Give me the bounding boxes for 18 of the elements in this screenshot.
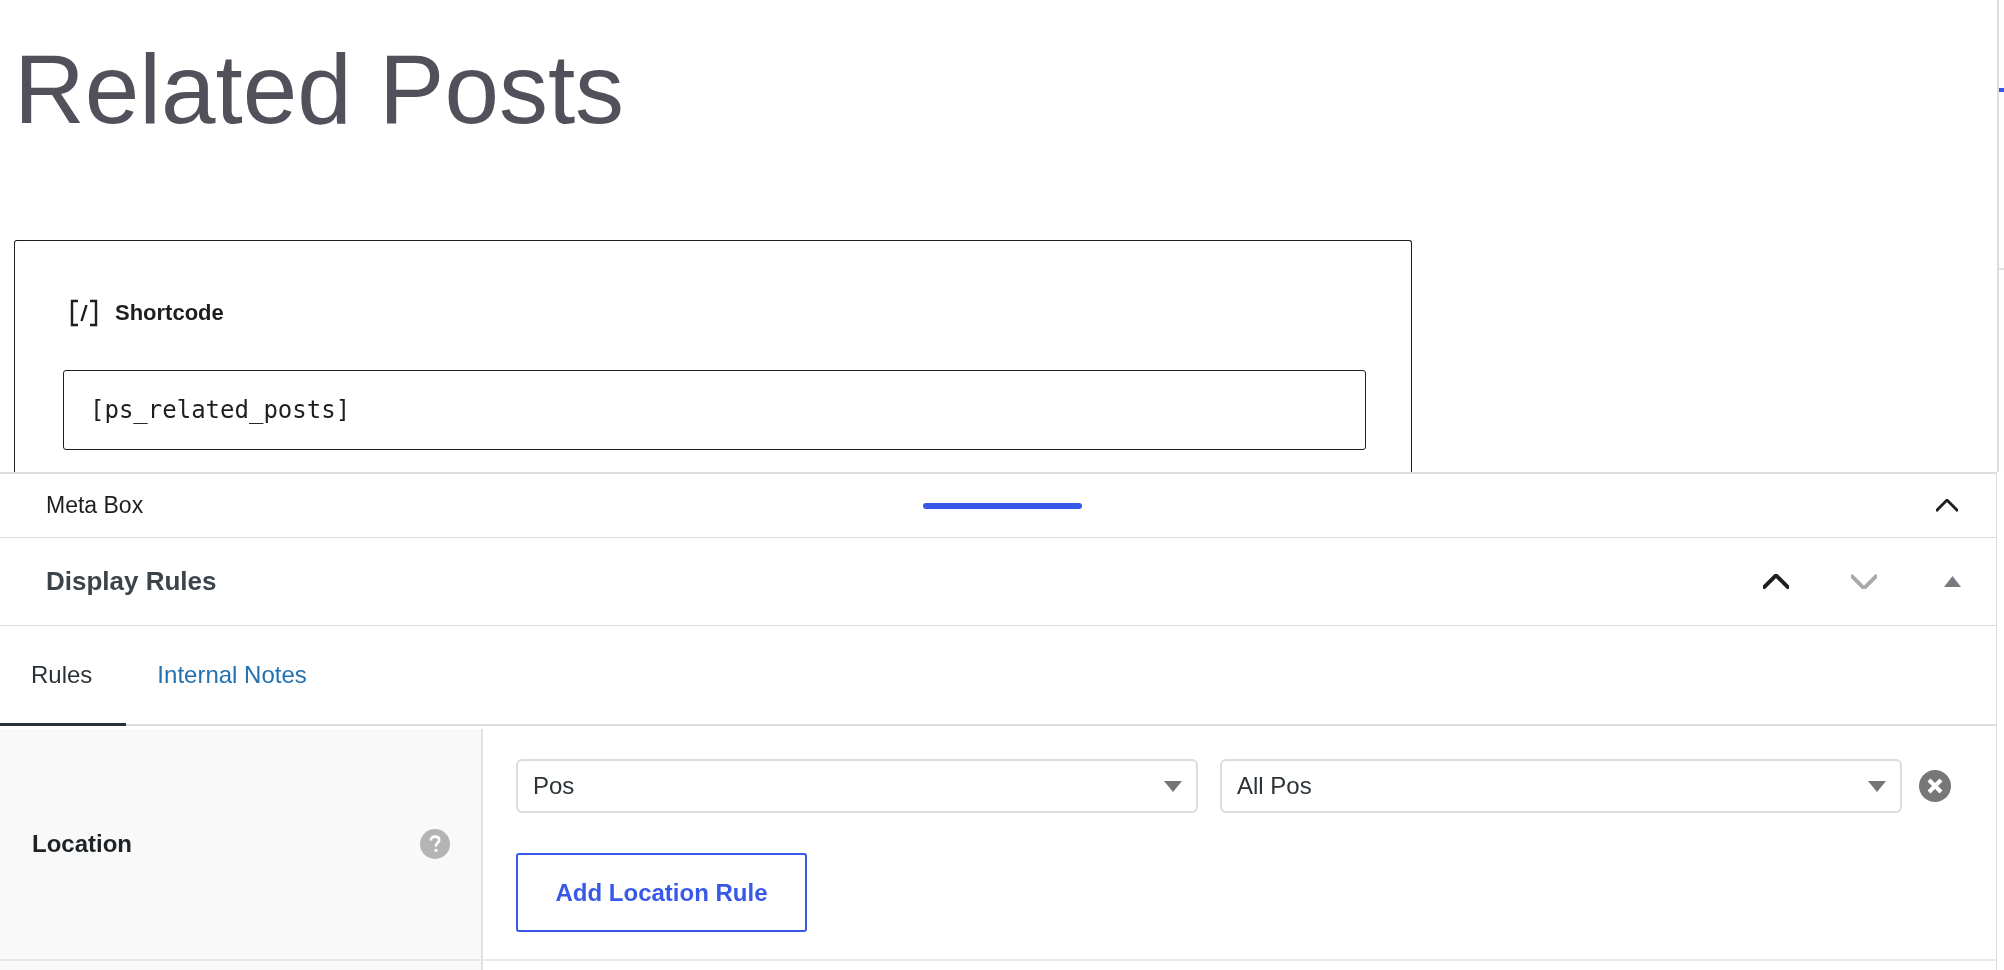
card-heading: Shortcode bbox=[115, 300, 224, 326]
caret-icon bbox=[1164, 780, 1182, 792]
resize-handle[interactable] bbox=[922, 502, 1082, 509]
tab[interactable]: Internal Notes bbox=[126, 626, 341, 726]
help-icon[interactable] bbox=[420, 829, 450, 859]
tab[interactable]: Rules bbox=[0, 626, 127, 726]
add-rule-button[interactable]: Add Location Rule bbox=[516, 853, 807, 932]
panel-title: Display Rules bbox=[46, 566, 217, 597]
rule-label: Location bbox=[32, 830, 132, 858]
shortcode-field[interactable]: [ps_related_posts] bbox=[63, 370, 1366, 450]
shortcode-icon bbox=[69, 298, 99, 328]
tab-indicator bbox=[1999, 88, 2004, 92]
value-select[interactable]: All Pos bbox=[1220, 759, 1902, 813]
meta-box-title: Meta Box bbox=[46, 492, 144, 519]
page-title: Related Posts bbox=[14, 33, 625, 145]
caret-icon bbox=[1868, 780, 1886, 792]
remove-icon[interactable] bbox=[1919, 770, 1951, 802]
param-select[interactable]: Pos bbox=[516, 759, 1198, 813]
